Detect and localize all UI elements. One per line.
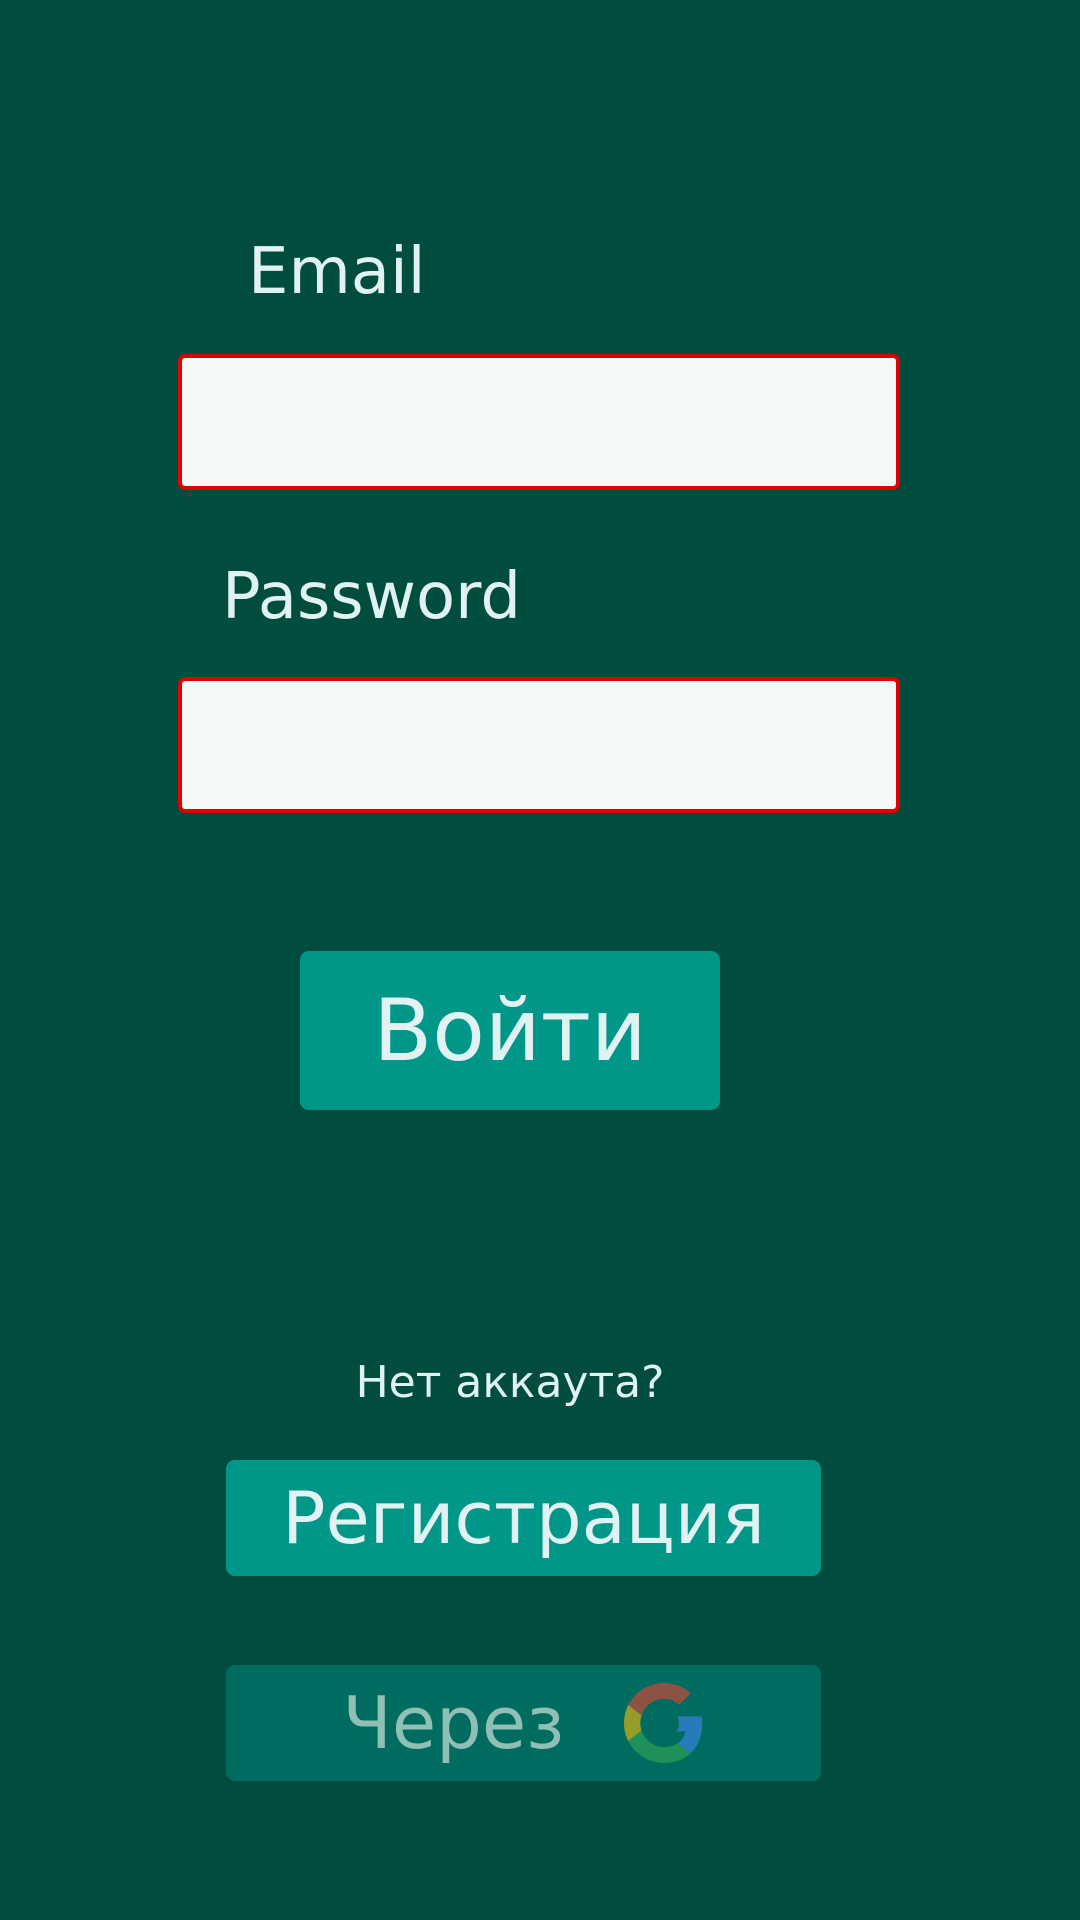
no-account-text: Нет аккаута? [355,1357,665,1408]
google-signin-button[interactable]: Через [226,1665,821,1781]
register-button-label: Регистрация [282,1476,765,1560]
email-field[interactable] [178,354,900,490]
password-field[interactable] [178,677,900,813]
google-button-label: Через [342,1681,565,1765]
google-icon [624,1683,703,1763]
login-button-label: Войти [373,980,647,1081]
email-label: Email [248,235,426,309]
password-label: Password [222,560,521,634]
register-button[interactable]: Регистрация [226,1460,821,1576]
login-button[interactable]: Войти [300,951,720,1110]
